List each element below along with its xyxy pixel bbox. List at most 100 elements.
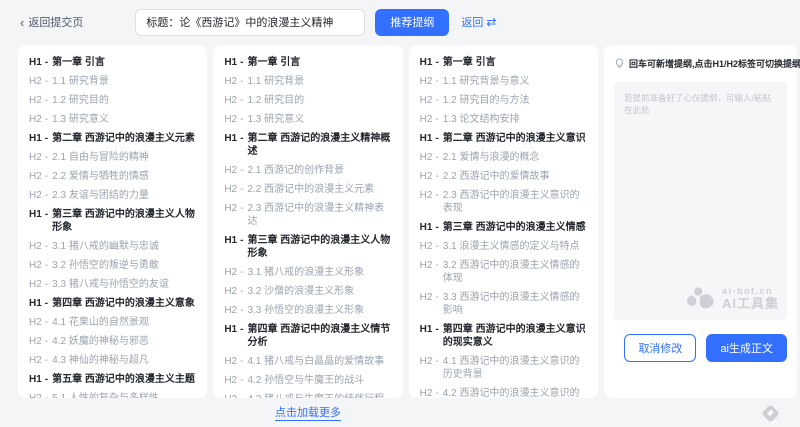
outline-item[interactable]: H2-4.1 花果山的自然景观	[29, 316, 196, 329]
outline-item[interactable]: H2-3.1 猪八戒的浪漫主义形象	[224, 266, 391, 279]
heading-level-tag[interactable]: H2	[224, 164, 237, 177]
heading-level-tag[interactable]: H1	[29, 56, 42, 69]
heading-level-tag[interactable]: H2	[420, 94, 433, 107]
heading-level-tag[interactable]: H2	[29, 335, 42, 348]
outline-item[interactable]: H2-2.2 西游记中的浪漫主义元素	[224, 183, 391, 196]
outline-item[interactable]: H2-1.2 研究目的	[224, 94, 391, 107]
outline-item[interactable]: H2-4.2 西游记中的浪漫主义意识的社会影响	[420, 387, 587, 398]
outline-item[interactable]: H1-第五章 西游记中的浪漫主义主题	[29, 373, 196, 386]
outline-item[interactable]: H2-1.1 研究背景与意义	[420, 75, 587, 88]
heading-level-tag[interactable]: H2	[29, 170, 42, 183]
heading-level-tag[interactable]: H2	[224, 355, 237, 368]
heading-level-tag[interactable]: H2	[420, 113, 433, 126]
back-to-submit-link[interactable]: ‹ 返回提交页	[20, 14, 83, 30]
load-more-link[interactable]: 点击加载更多	[275, 407, 341, 421]
outline-item[interactable]: H1-第三章 西游记中的浪漫主义人物形象	[29, 208, 196, 234]
outline-item[interactable]: H2-1.1 研究背景	[29, 75, 196, 88]
outline-item[interactable]: H1-第四章 西游记中的浪漫主义意象	[29, 297, 196, 310]
outline-item[interactable]: H2-3.1 浪漫主义情感的定义与特点	[420, 240, 587, 253]
outline-item[interactable]: H1-第二章 西游记中的浪漫主义元素	[29, 132, 196, 145]
heading-level-tag[interactable]: H2	[224, 393, 237, 398]
custom-outline-textarea[interactable]	[614, 82, 787, 320]
heading-level-tag[interactable]: H2	[224, 183, 237, 196]
outline-item[interactable]: H2-2.1 爱情与浪漫的概念	[420, 151, 587, 164]
outline-item[interactable]: H2-3.3 孙悟空的浪漫主义形象	[224, 304, 391, 317]
heading-level-tag[interactable]: H2	[29, 278, 42, 291]
heading-level-tag[interactable]: H2	[224, 202, 237, 215]
heading-level-tag[interactable]: H2	[29, 240, 42, 253]
outline-item[interactable]: H2-3.2 西游记中的浪漫主义情感的体现	[420, 259, 587, 285]
outline-item[interactable]: H2-2.3 友谊与团结的力量	[29, 189, 196, 202]
heading-level-tag[interactable]: H1	[420, 323, 433, 336]
outline-item[interactable]: H2-3.3 西游记中的浪漫主义情感的影响	[420, 291, 587, 317]
heading-level-tag[interactable]: H2	[224, 304, 237, 317]
outline-item[interactable]: H2-2.2 西游记中的爱情故事	[420, 170, 587, 183]
outline-item[interactable]: H1-第三章 西游记中的浪漫主义人物形象	[224, 234, 391, 260]
heading-level-tag[interactable]: H2	[224, 75, 237, 88]
heading-level-tag[interactable]: H2	[29, 259, 42, 272]
outline-item[interactable]: H2-3.2 孙悟空的叛逆与勇敢	[29, 259, 196, 272]
outline-item[interactable]: H2-1.2 研究目的	[29, 94, 196, 107]
outline-item[interactable]: H2-4.3 猪八戒与牛魔王的结伴行程	[224, 393, 391, 398]
heading-level-tag[interactable]: H2	[224, 94, 237, 107]
heading-level-tag[interactable]: H2	[224, 266, 237, 279]
heading-level-tag[interactable]: H2	[224, 285, 237, 298]
outline-item[interactable]: H1-第二章 西游记中的浪漫主义意识	[420, 132, 587, 145]
heading-level-tag[interactable]: H2	[420, 151, 433, 164]
heading-level-tag[interactable]: H2	[224, 374, 237, 387]
heading-level-tag[interactable]: H2	[29, 392, 42, 398]
outline-item[interactable]: H2-4.2 妖魔的神秘与邪恶	[29, 335, 196, 348]
heading-level-tag[interactable]: H1	[29, 297, 42, 310]
heading-level-tag[interactable]: H1	[224, 132, 237, 145]
outline-item[interactable]: H1-第一章 引言	[29, 56, 196, 69]
heading-level-tag[interactable]: H2	[420, 291, 433, 304]
outline-item[interactable]: H2-3.1 猪八戒的幽默与忠诚	[29, 240, 196, 253]
heading-level-tag[interactable]: H2	[29, 113, 42, 126]
heading-level-tag[interactable]: H1	[420, 132, 433, 145]
heading-level-tag[interactable]: H1	[29, 373, 42, 386]
outline-item[interactable]: H2-3.2 沙僧的浪漫主义形象	[224, 285, 391, 298]
outline-item[interactable]: H2-1.3 研究意义	[224, 113, 391, 126]
outline-item[interactable]: H2-5.1 人性的复杂与多样性	[29, 392, 196, 398]
heading-level-tag[interactable]: H1	[420, 56, 433, 69]
heading-level-tag[interactable]: H2	[29, 189, 42, 202]
heading-level-tag[interactable]: H2	[420, 259, 433, 272]
outline-item[interactable]: H1-第一章 引言	[224, 56, 391, 69]
outline-item[interactable]: H1-第二章 西游记的浪漫主义精神概述	[224, 132, 391, 158]
outline-item[interactable]: H1-第四章 西游记中的浪漫主义意识的现实意义	[420, 323, 587, 349]
heading-level-tag[interactable]: H2	[420, 240, 433, 253]
heading-level-tag[interactable]: H2	[420, 170, 433, 183]
outline-item[interactable]: H2-4.1 西游记中的浪漫主义意识的历史背景	[420, 355, 587, 381]
heading-level-tag[interactable]: H2	[420, 387, 433, 398]
outline-item[interactable]: H1-第一章 引言	[420, 56, 587, 69]
outline-item[interactable]: H1-第四章 西游记中的浪漫主义情节分析	[224, 323, 391, 349]
cancel-edit-button[interactable]: 取消修改	[624, 334, 696, 362]
heading-level-tag[interactable]: H1	[224, 323, 237, 336]
ai-generate-body-button[interactable]: ai生成正文	[706, 334, 787, 362]
recommend-outline-button[interactable]: 推荐提纲	[375, 9, 449, 36]
heading-level-tag[interactable]: H1	[224, 56, 237, 69]
outline-item[interactable]: H2-2.1 西游记的创作背景	[224, 164, 391, 177]
heading-level-tag[interactable]: H1	[29, 208, 42, 221]
heading-level-tag[interactable]: H1	[420, 221, 433, 234]
heading-level-tag[interactable]: H2	[224, 113, 237, 126]
outline-item[interactable]: H2-3.3 猪八戒与孙悟空的友谊	[29, 278, 196, 291]
outline-item[interactable]: H2-1.1 研究背景	[224, 75, 391, 88]
heading-level-tag[interactable]: H2	[420, 355, 433, 368]
heading-level-tag[interactable]: H2	[420, 189, 433, 202]
outline-item[interactable]: H2-1.3 研究意义	[29, 113, 196, 126]
outline-item[interactable]: H2-2.3 西游记中的浪漫主义意识的表现	[420, 189, 587, 215]
outline-item[interactable]: H2-2.3 西游记中的浪漫主义精神表达	[224, 202, 391, 228]
outline-item[interactable]: H2-1.2 研究目的与方法	[420, 94, 587, 107]
outline-item[interactable]: H2-4.2 孙悟空与牛魔王的战斗	[224, 374, 391, 387]
outline-item[interactable]: H1-第三章 西游记中的浪漫主义情感	[420, 221, 587, 234]
outline-item[interactable]: H2-2.1 自由与冒险的精神	[29, 151, 196, 164]
outline-item[interactable]: H2-4.3 神仙的神秘与超凡	[29, 354, 196, 367]
heading-level-tag[interactable]: H2	[420, 75, 433, 88]
title-input[interactable]	[135, 9, 365, 36]
heading-level-tag[interactable]: H2	[29, 75, 42, 88]
heading-level-tag[interactable]: H2	[29, 151, 42, 164]
outline-item[interactable]: H2-4.1 猪八戒与白晶晶的爱情故事	[224, 355, 391, 368]
outline-item[interactable]: H2-1.3 论文结构安排	[420, 113, 587, 126]
heading-level-tag[interactable]: H2	[29, 94, 42, 107]
